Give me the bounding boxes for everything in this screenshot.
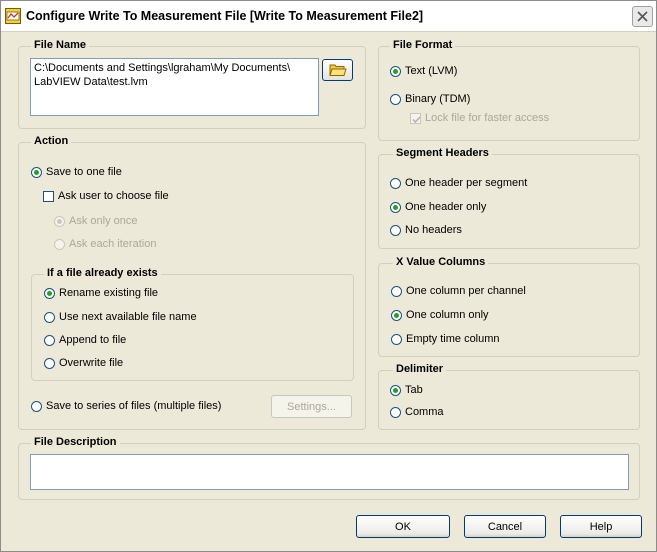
window-title: Configure Write To Measurement File [Wri… xyxy=(26,9,424,23)
close-button[interactable] xyxy=(632,6,653,27)
radio-indicator xyxy=(390,93,401,105)
radio-indicator xyxy=(390,406,401,418)
tab-delimiter-radio[interactable]: Tab xyxy=(390,384,423,396)
radio-indicator xyxy=(54,238,65,250)
close-icon xyxy=(637,11,648,22)
comma-delimiter-label: Comma xyxy=(405,406,444,418)
one-column-only-label: One column only xyxy=(406,309,489,321)
action-label: Action xyxy=(31,135,72,147)
file-description-input[interactable] xyxy=(30,454,629,490)
binary-tdm-label: Binary (TDM) xyxy=(405,93,471,105)
ask-only-once-radio[interactable]: Ask only once xyxy=(54,215,137,227)
one-column-only-radio[interactable]: One column only xyxy=(391,309,489,321)
one-header-only-radio[interactable]: One header only xyxy=(390,201,486,213)
delimiter-group: Delimiter xyxy=(378,363,640,430)
one-header-only-label: One header only xyxy=(405,201,487,213)
binary-tdm-radio[interactable]: Binary (TDM) xyxy=(390,93,470,105)
empty-time-column-radio[interactable]: Empty time column xyxy=(391,333,500,345)
append-to-file-radio[interactable]: Append to file xyxy=(44,334,126,346)
overwrite-file-label: Overwrite file xyxy=(59,357,124,369)
header-per-segment-radio[interactable]: One header per segment xyxy=(390,177,527,189)
file-path-input[interactable]: C:\Documents and Settings\lgraham\My Doc… xyxy=(30,58,319,116)
radio-indicator xyxy=(391,333,402,345)
radio-indicator xyxy=(44,311,55,323)
file-format-label: File Format xyxy=(390,39,456,51)
file-exists-label: If a file already exists xyxy=(44,267,161,279)
radio-indicator xyxy=(391,309,402,321)
rename-existing-radio[interactable]: Rename existing file xyxy=(44,287,158,299)
radio-indicator xyxy=(44,357,55,369)
no-headers-label: No headers xyxy=(405,224,462,236)
lock-file-label: Lock file for faster access xyxy=(425,112,550,124)
file-name-label: File Name xyxy=(31,39,89,51)
title-separator xyxy=(1,31,656,32)
file-description-label: File Description xyxy=(31,436,120,448)
browse-button[interactable] xyxy=(322,59,353,81)
radio-indicator xyxy=(31,400,42,412)
overwrite-file-radio[interactable]: Overwrite file xyxy=(44,357,123,369)
radio-indicator xyxy=(44,334,55,346)
append-to-file-label: Append to file xyxy=(59,334,127,346)
dialog-window: Configure Write To Measurement File [Wri… xyxy=(0,0,657,552)
save-series-radio[interactable]: Save to series of files (multiple files) xyxy=(31,400,221,412)
folder-open-icon xyxy=(329,64,347,76)
radio-indicator xyxy=(390,201,401,213)
ok-button[interactable]: OK xyxy=(356,515,450,538)
help-button[interactable]: Help xyxy=(560,515,642,538)
comma-delimiter-radio[interactable]: Comma xyxy=(390,406,444,418)
checkbox-indicator xyxy=(410,112,421,124)
radio-indicator xyxy=(44,287,55,299)
column-per-channel-label: One column per channel xyxy=(406,285,526,297)
labview-app-icon xyxy=(5,8,21,24)
ask-only-once-label: Ask only once xyxy=(69,215,138,227)
save-one-file-label: Save to one file xyxy=(46,166,122,178)
settings-button[interactable]: Settings... xyxy=(271,395,352,418)
file-path-line-1: C:\Documents and Settings\lgraham\My Doc… xyxy=(34,62,291,74)
file-path-line-2: LabVIEW Data\test.lvm xyxy=(34,76,148,88)
save-one-file-radio[interactable]: Save to one file xyxy=(31,166,122,178)
checkmark-icon xyxy=(412,115,421,123)
tab-delimiter-label: Tab xyxy=(405,384,423,396)
ask-each-iteration-radio[interactable]: Ask each iteration xyxy=(54,238,156,250)
text-lvm-radio[interactable]: Text (LVM) xyxy=(390,65,457,77)
lock-file-checkbox[interactable]: Lock file for faster access xyxy=(410,112,549,124)
radio-indicator xyxy=(390,177,401,189)
column-per-channel-radio[interactable]: One column per channel xyxy=(391,285,526,297)
radio-indicator xyxy=(390,65,401,77)
no-headers-radio[interactable]: No headers xyxy=(390,224,462,236)
radio-indicator xyxy=(390,224,401,236)
rename-existing-label: Rename existing file xyxy=(59,287,159,299)
radio-indicator xyxy=(54,215,65,227)
segment-headers-label: Segment Headers xyxy=(393,147,492,159)
radio-indicator xyxy=(391,285,402,297)
ask-user-checkbox[interactable]: Ask user to choose file xyxy=(43,190,169,202)
header-per-segment-label: One header per segment xyxy=(405,177,528,189)
checkbox-indicator xyxy=(43,190,54,202)
ask-user-label: Ask user to choose file xyxy=(58,190,169,202)
delimiter-label: Delimiter xyxy=(393,363,447,375)
x-value-columns-label: X Value Columns xyxy=(393,256,489,268)
next-available-name-radio[interactable]: Use next available file name xyxy=(44,311,197,323)
empty-time-column-label: Empty time column xyxy=(406,333,500,345)
title-bar[interactable]: Configure Write To Measurement File [Wri… xyxy=(1,1,656,31)
ask-each-iteration-label: Ask each iteration xyxy=(69,238,157,250)
text-lvm-label: Text (LVM) xyxy=(405,65,458,77)
cancel-button[interactable]: Cancel xyxy=(464,515,546,538)
radio-indicator xyxy=(390,384,401,396)
radio-indicator xyxy=(31,166,42,178)
next-available-name-label: Use next available file name xyxy=(59,311,197,323)
save-series-label: Save to series of files (multiple files) xyxy=(46,400,222,412)
